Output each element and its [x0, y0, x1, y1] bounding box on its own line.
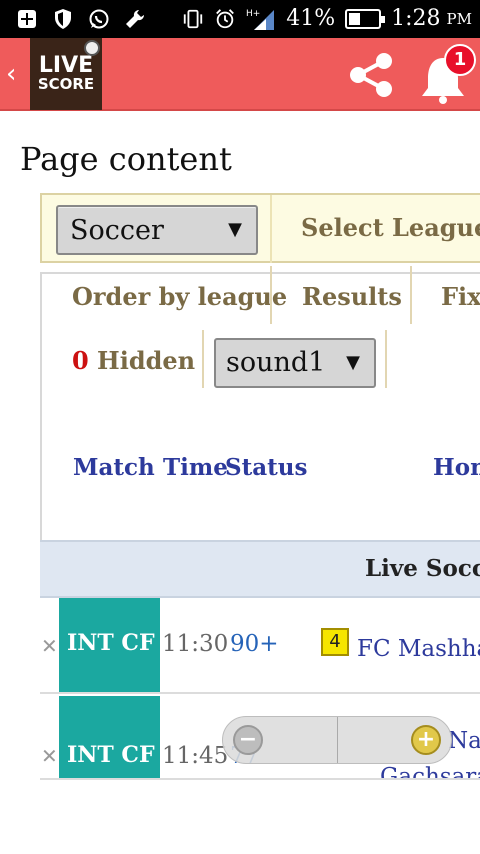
status-bar: H+ 41% 1:28 PM [0, 0, 480, 38]
select-leagues-button[interactable]: Select Leagues [301, 213, 480, 242]
add-icon [16, 8, 38, 30]
column-header-status[interactable]: Status [225, 454, 307, 481]
column-header-match[interactable]: Match [73, 454, 155, 481]
wrench-icon [124, 8, 146, 30]
hide-match-icon[interactable]: ✕ [41, 634, 58, 658]
tab-results[interactable]: Results [302, 282, 402, 311]
app-logo[interactable]: LIVE SCORE [30, 38, 102, 110]
league-name: INT CF [67, 742, 155, 768]
tab-order-by-league[interactable]: Order by league [72, 282, 287, 311]
sport-select-value: Soccer [70, 215, 164, 246]
divider [270, 195, 272, 263]
signal-icon: H+ [246, 8, 276, 30]
yellow-card-icon: 4 [321, 628, 349, 656]
back-chevron-icon[interactable]: ‹ [6, 58, 26, 90]
clock-time: 1:28 [391, 6, 441, 31]
zoom-control: − + [222, 716, 452, 764]
battery-icon [345, 8, 386, 29]
battery-percent: 41% [286, 6, 336, 31]
tab-divider [270, 266, 272, 324]
match-status: 90+ [230, 631, 279, 657]
hide-match-icon[interactable]: ✕ [41, 744, 58, 768]
zoom-in-icon[interactable]: + [411, 725, 441, 755]
logo-line1: LIVE [38, 53, 94, 78]
hidden-matches-link[interactable]: 0 Hidden [72, 346, 195, 375]
shield-icon [52, 8, 74, 30]
filter-bar: Soccer ▼ Select Leagues [40, 193, 480, 263]
league-cell: INT CF [59, 696, 160, 778]
sound-select-value: sound1 [226, 347, 326, 378]
zoom-out-icon[interactable]: − [233, 725, 263, 755]
soccer-ball-icon [84, 40, 100, 56]
dropdown-arrow-icon: ▼ [228, 219, 242, 240]
home-team[interactable]: Na [448, 728, 480, 754]
logo-line2: SCORE [37, 75, 95, 93]
match-panel: Order by league Results Fix 0 Hidden sou… [40, 266, 480, 540]
home-team-line2[interactable]: Gachsara [380, 764, 480, 778]
tab-fixtures[interactable]: Fix [441, 282, 480, 311]
column-header-home[interactable]: Hon [433, 454, 480, 481]
svg-text:H+: H+ [246, 9, 260, 19]
dropdown-arrow-icon: ▼ [346, 352, 360, 373]
tab-divider [410, 266, 412, 324]
app-bar: ‹ LIVE SCORE 1 [0, 38, 480, 111]
share-icon [350, 53, 392, 97]
share-button[interactable] [346, 52, 398, 98]
section-title: Live Socce [365, 555, 480, 582]
home-team[interactable]: FC Mashha [357, 636, 480, 662]
whatsapp-icon [88, 8, 110, 30]
hidden-count: 0 [72, 346, 89, 375]
alarm-icon [214, 8, 236, 30]
league-name: INT CF [67, 630, 155, 656]
column-header-time[interactable]: Time [163, 454, 228, 481]
sound-select[interactable]: sound1 ▼ [214, 338, 376, 388]
notification-badge: 1 [444, 44, 476, 76]
vibrate-icon [182, 8, 204, 30]
match-time: 11:30 [162, 631, 229, 657]
divider [337, 717, 338, 763]
match-row[interactable]: ✕ INT CF 11:30 90+ 4 FC Mashha [40, 598, 480, 694]
divider [385, 330, 387, 388]
league-cell: INT CF [59, 598, 160, 692]
hidden-label: Hidden [88, 346, 196, 375]
clock-ampm: PM [446, 9, 472, 28]
section-header: Live Socce [40, 540, 480, 598]
page-title: Page content [20, 140, 232, 178]
battery-level-fill [349, 12, 361, 25]
sport-select[interactable]: Soccer ▼ [56, 205, 258, 255]
bottom-area [0, 780, 480, 854]
divider [202, 330, 204, 388]
match-time: 11:45 [162, 743, 229, 769]
